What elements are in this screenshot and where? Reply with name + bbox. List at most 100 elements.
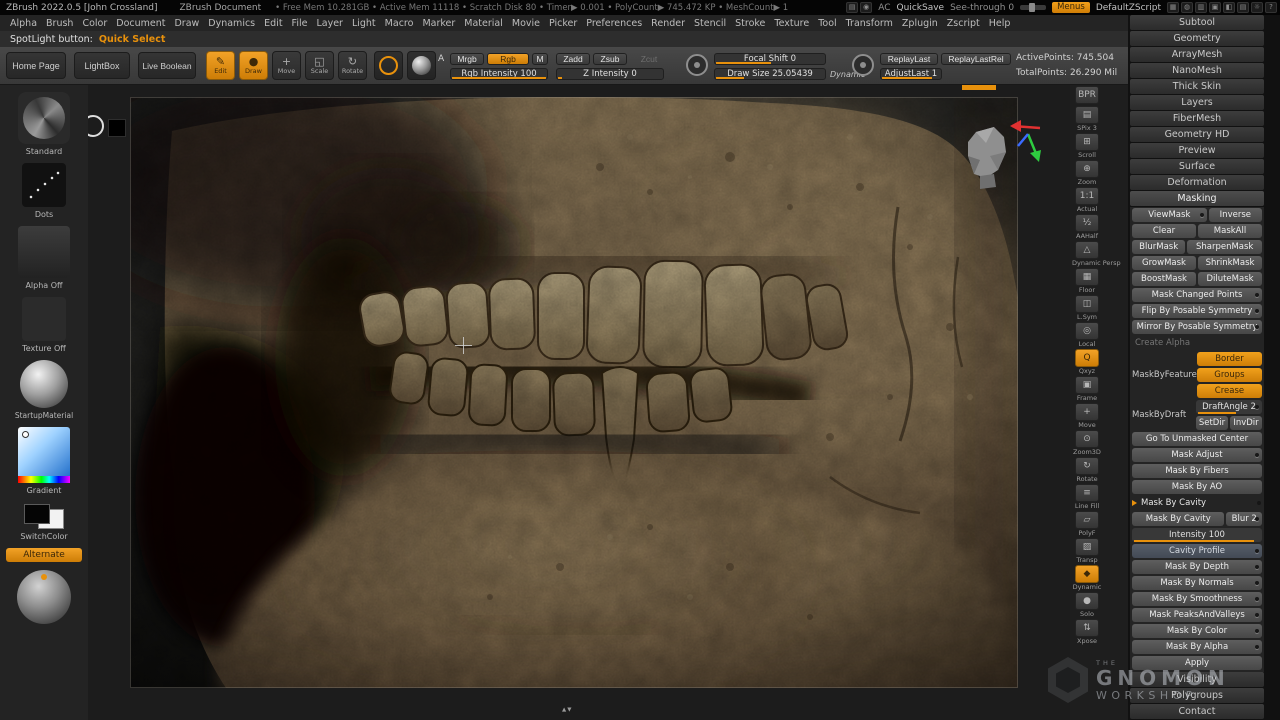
palette-section-header[interactable]: Polygroups [1130, 688, 1264, 703]
shelf-item[interactable]: △ Dynamic Persp [1072, 241, 1102, 267]
titlebar-icon[interactable]: ▣ [1209, 2, 1221, 13]
menu-item[interactable]: Color [82, 18, 107, 29]
menu-item[interactable]: Picker [549, 18, 577, 29]
sharpenmask-button[interactable]: SharpenMask [1187, 240, 1262, 254]
alternate-button[interactable]: Alternate [6, 548, 82, 562]
shelf-icon[interactable]: ▨ [1075, 538, 1099, 556]
current-brush-thumbnail[interactable] [18, 92, 70, 144]
feature-border-button[interactable]: Border [1197, 352, 1262, 366]
menu-item[interactable]: Light [352, 18, 376, 29]
shelf-item[interactable]: ⊙ Zoom3D [1072, 430, 1102, 456]
palette-section-header[interactable]: Thick Skin [1130, 79, 1264, 94]
palette-section-header[interactable]: Layers [1130, 95, 1264, 110]
a-button[interactable]: A [438, 54, 444, 64]
palette-section-header[interactable]: Subtool [1130, 15, 1264, 30]
current-alpha-thumbnail[interactable] [18, 226, 70, 278]
titlebar-icon[interactable]: ▤ [846, 2, 858, 13]
shelf-item[interactable]: ½ AAHalf [1072, 214, 1102, 240]
menu-item[interactable]: Marker [422, 18, 455, 29]
shelf-icon[interactable]: ≡ [1075, 484, 1099, 502]
growmask-button[interactable]: GrowMask [1132, 256, 1196, 270]
brush-circle-icon[interactable] [374, 51, 403, 80]
menu-item[interactable]: Layer [316, 18, 343, 29]
menu-item[interactable]: Stencil [694, 18, 726, 29]
shelf-icon[interactable]: ◆ [1075, 565, 1099, 583]
lightbox-drag-bar[interactable] [962, 85, 996, 90]
menu-item[interactable]: Alpha [10, 18, 37, 29]
shelf-icon[interactable]: Q [1075, 349, 1099, 367]
palette-section-header[interactable]: Surface [1130, 159, 1264, 174]
zadd-button[interactable]: Zadd [556, 53, 590, 65]
live-boolean-button[interactable]: Live Boolean [138, 52, 196, 79]
palette-section-header[interactable]: Contact [1130, 704, 1264, 719]
current-texture-thumbnail[interactable] [22, 297, 66, 341]
titlebar-icon[interactable]: ▥ [1195, 2, 1207, 13]
see-through-slider[interactable] [1020, 5, 1046, 10]
edit-mode-button[interactable]: ✎ Edit [206, 51, 235, 80]
mask-adjust-button[interactable]: Mask Adjust [1132, 448, 1262, 462]
shrinkmask-button[interactable]: ShrinkMask [1198, 256, 1262, 270]
mrgb-button[interactable]: Mrgb [450, 53, 484, 65]
viewmask-button[interactable]: ViewMask [1132, 208, 1207, 222]
mask-by-normals-button[interactable]: Mask By Normals [1132, 576, 1262, 590]
shelf-item[interactable]: ≡ Line Fill [1072, 484, 1102, 510]
rotate-mode-button[interactable]: ↻ Rotate [338, 51, 367, 80]
shelf-item[interactable]: Q Qxyz [1072, 349, 1102, 375]
switch-color-widget[interactable] [18, 502, 70, 532]
menu-item[interactable]: Texture [774, 18, 809, 29]
skull-model[interactable] [130, 97, 1018, 688]
shelf-icon[interactable]: + [1075, 403, 1099, 421]
mask-by-smoothness-button[interactable]: Mask By Smoothness [1132, 592, 1262, 606]
titlebar-icon[interactable]: ▤ [1237, 2, 1249, 13]
feature-groups-button[interactable]: Groups [1197, 368, 1262, 382]
palette-section-header[interactable]: FiberMesh [1130, 111, 1264, 126]
shelf-icon[interactable]: BPR [1075, 86, 1099, 104]
draft-angle-slider[interactable]: DraftAngle 2 [1196, 400, 1262, 414]
titlebar-icon[interactable]: ◉ [860, 2, 872, 13]
titlebar-icon[interactable]: ☼ [1251, 2, 1263, 13]
flip-posable-symmetry-button[interactable]: Flip By Posable Symmetry [1132, 304, 1262, 318]
camera-gizmo[interactable] [948, 112, 1048, 212]
clear-mask-button[interactable]: Clear [1132, 224, 1196, 238]
shelf-icon[interactable]: ▤ [1075, 106, 1099, 124]
invdir-button[interactable]: InvDir [1230, 416, 1262, 430]
shelf-icon[interactable]: ↻ [1075, 457, 1099, 475]
shelf-item[interactable]: ▤ SPix 3 [1072, 106, 1102, 132]
go-to-unmasked-center-button[interactable]: Go To Unmasked Center [1132, 432, 1262, 446]
shelf-item[interactable]: ▦ Floor [1072, 268, 1102, 294]
titlebar-icon[interactable]: ◍ [1181, 2, 1193, 13]
material-sphere-icon[interactable] [407, 51, 436, 80]
shelf-item[interactable]: ◆ Dynamic [1072, 565, 1102, 591]
palette-section-header[interactable]: NanoMesh [1130, 63, 1264, 78]
menu-item[interactable]: Draw [174, 18, 199, 29]
mask-by-depth-button[interactable]: Mask By Depth [1132, 560, 1262, 574]
titlebar-icon[interactable]: ◧ [1223, 2, 1235, 13]
mask-peaks-and-valleys-button[interactable]: Mask PeaksAndValleys [1132, 608, 1262, 622]
shelf-item[interactable]: ⇅ Xpose [1072, 619, 1102, 645]
menu-item[interactable]: Macro [385, 18, 414, 29]
menu-item[interactable]: Help [989, 18, 1011, 29]
maskall-button[interactable]: MaskAll [1198, 224, 1262, 238]
adjust-last-slider[interactable]: AdjustLast 1 [880, 68, 942, 80]
shelf-item[interactable]: ● Solo [1072, 592, 1102, 618]
menu-item[interactable]: Transform [846, 18, 893, 29]
mask-by-fibers-button[interactable]: Mask By Fibers [1132, 464, 1262, 478]
palette-section-header[interactable]: Deformation [1130, 175, 1264, 190]
shelf-item[interactable]: + Move [1072, 403, 1102, 429]
current-material-thumbnail[interactable] [20, 360, 68, 408]
shelf-item[interactable]: ▨ Transp [1072, 538, 1102, 564]
titlebar-icon[interactable]: ? [1265, 2, 1277, 13]
scale-mode-button[interactable]: ◱ Scale [305, 51, 334, 80]
boostmask-button[interactable]: BoostMask [1132, 272, 1196, 286]
palette-section-header[interactable]: Geometry HD [1130, 127, 1264, 142]
shelf-icon[interactable]: ◎ [1075, 322, 1099, 340]
default-zscript-button[interactable]: DefaultZScript [1096, 3, 1161, 13]
current-stroke-thumbnail[interactable] [22, 163, 66, 207]
mask-by-alpha-button[interactable]: Mask By Alpha [1132, 640, 1262, 654]
menus-button[interactable]: Menus [1052, 2, 1090, 13]
replay-last-button[interactable]: ReplayLast [880, 53, 938, 65]
rgb-intensity-slider[interactable]: Rgb Intensity 100 [450, 68, 548, 80]
menu-item[interactable]: Zplugin [902, 18, 938, 29]
dilutemask-button[interactable]: DiluteMask [1198, 272, 1262, 286]
replay-curve-icon[interactable] [852, 54, 874, 76]
